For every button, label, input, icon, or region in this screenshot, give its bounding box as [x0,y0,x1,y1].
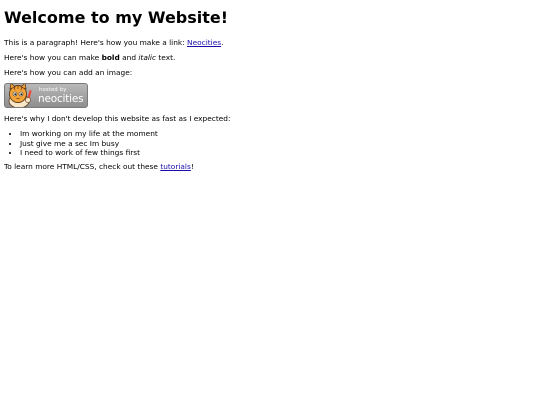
page-content: Welcome to my Website! This is a paragra… [0,0,540,172]
list-item: I need to work of few things first [20,148,536,158]
tutorials-link[interactable]: tutorials [160,162,191,171]
formatting-text-end: text. [156,53,176,62]
intro-text: This is a paragraph! Here's how you make… [4,38,188,47]
image-paragraph: Here's how you can add an image: [4,68,133,77]
tutorials-paragraph: To learn more HTML/CSS, check out these … [4,162,536,172]
list-item: Im working on my life at the moment [20,129,536,139]
hosted-by-neocities-image: hosted by neocities [4,83,88,108]
reasons-intro: Here's why I don't develop this website … [4,114,231,123]
neocities-link[interactable]: Neocities [187,38,221,47]
tutorials-text-end: ! [190,161,194,171]
formatting-text: Here's how you can make [4,53,102,62]
bold-text: bold [101,53,120,62]
italic-text: italic [138,53,157,62]
page-title: Welcome to my Website! [4,8,229,27]
formatting-text-middle: and [119,53,139,62]
neocities-cat-icon [8,84,32,107]
tutorials-text: To learn more HTML/CSS, check out these [4,161,161,171]
intro-paragraph: This is a paragraph! Here's how you make… [4,38,536,48]
reasons-list: Im working on my life at the moment Just… [4,129,536,158]
list-item: Just give me a sec Im busy [20,139,536,149]
formatting-paragraph: Here's how you can make bold and italic … [4,53,536,63]
badge-neocities-text: neocities [38,93,84,105]
intro-text-end: . [221,38,224,47]
